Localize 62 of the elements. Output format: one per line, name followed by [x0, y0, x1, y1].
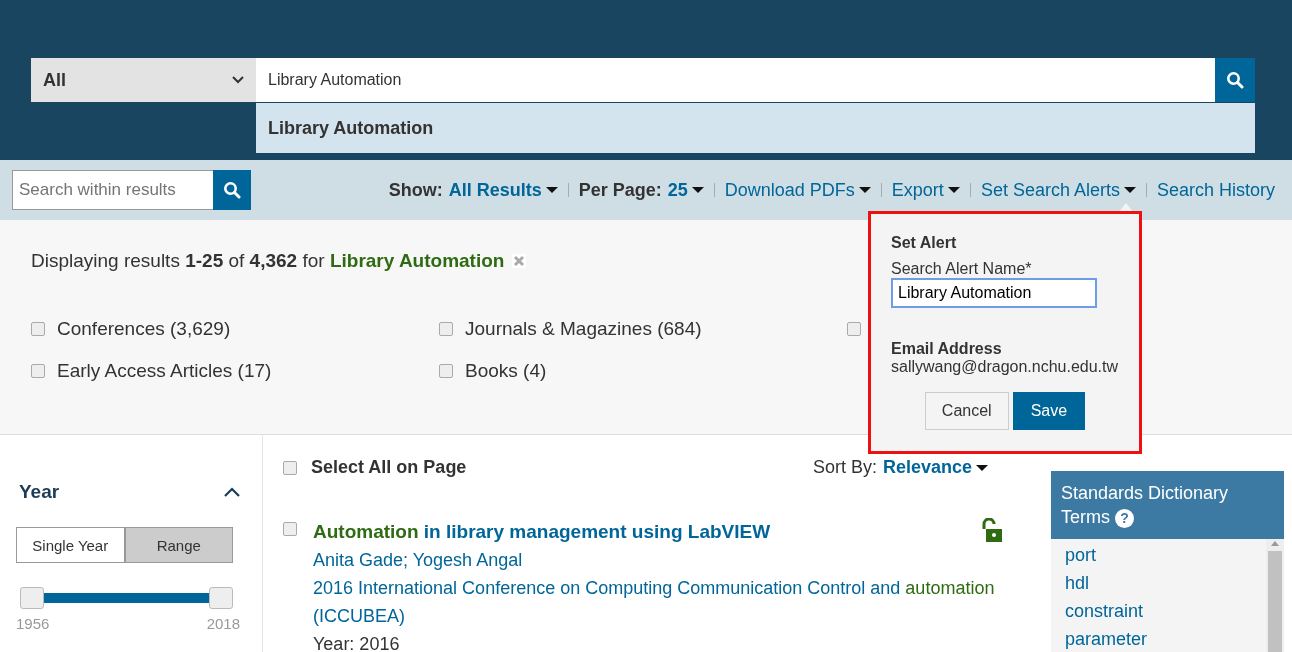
caret-icon	[976, 463, 988, 472]
slider-handle[interactable]	[20, 587, 44, 609]
checkbox[interactable]	[439, 322, 453, 336]
cancel-button[interactable]: Cancel	[924, 392, 1009, 430]
show-dropdown[interactable]: All Results	[448, 179, 558, 201]
select-all-label: Select All on Page	[311, 457, 467, 478]
chevron-icon	[232, 76, 244, 84]
show-label: Show:	[388, 179, 443, 201]
filter-label: Books (4)	[465, 360, 547, 382]
caret-icon	[545, 186, 558, 194]
dictionary-term[interactable]: hdl	[1065, 569, 1252, 597]
email-label: Email Address	[891, 340, 1003, 358]
email-address: sallywang@dragon.nchu.edu.tw	[891, 358, 1119, 376]
checkbox[interactable]	[283, 460, 297, 475]
sort-label: Sort By:	[812, 457, 877, 478]
year-heading: Year	[19, 481, 60, 503]
sort-dropdown[interactable]: Relevance	[882, 457, 988, 478]
checkbox[interactable]	[31, 322, 45, 336]
per-page-label: Per Page:	[578, 179, 662, 201]
search-field[interactable]: Library Automation	[256, 58, 1215, 102]
result-year: Year: 2016	[313, 633, 401, 652]
slider-handle[interactable]	[209, 587, 233, 609]
checkbox[interactable]	[847, 322, 861, 336]
result-authors[interactable]: Anita Gade; Yogesh Angal	[313, 546, 1002, 574]
mode-tab[interactable]: Single Year	[16, 527, 125, 563]
mode-tab[interactable]: Range	[124, 527, 233, 563]
filter-label: Early Access Articles (17)	[57, 360, 272, 382]
dictionary-term[interactable]: port	[1065, 541, 1252, 569]
search-icon	[223, 181, 241, 199]
toolbar-link[interactable]: Set Search Alerts	[980, 179, 1136, 201]
save-button[interactable]: Save	[1012, 392, 1086, 430]
toolbar-link[interactable]: Download PDFs	[724, 179, 871, 201]
checkbox[interactable]	[31, 364, 45, 378]
scope-dropdown[interactable]: All	[31, 58, 256, 102]
search-suggestion[interactable]: Library Automation	[256, 103, 1255, 153]
caret-icon	[691, 186, 704, 194]
result-title[interactable]: Automation in library management using LabVIEW	[313, 518, 771, 546]
dictionary-heading: Standards Dictionary Terms ?	[1051, 471, 1284, 539]
per-page-dropdown[interactable]: 25	[667, 179, 704, 201]
popup-title: Set Alert	[891, 234, 958, 252]
search-button[interactable]	[1215, 58, 1255, 102]
result-venue[interactable]: 2016 International Conference on Computing Communication Control and automation (ICCUBEA)	[313, 574, 1002, 630]
search-icon	[1226, 71, 1244, 89]
close-icon[interactable]	[512, 254, 527, 268]
field-label: Search Alert Name*	[891, 260, 1033, 278]
scrollbar-thumb[interactable]	[1268, 551, 1282, 652]
scrollbar[interactable]	[1266, 539, 1284, 652]
year-max: 2018	[206, 615, 240, 632]
results-summary: Displaying results 1-25 of 4,362 for Library Automation	[31, 250, 505, 272]
dictionary-term[interactable]: parameter	[1065, 625, 1252, 652]
alert-name-field[interactable]: Library Automation	[891, 278, 1097, 308]
chevron-icon[interactable]	[224, 487, 240, 497]
toolbar-link[interactable]: Export	[891, 179, 960, 201]
filter-label: Conferences (3,629)	[57, 318, 231, 340]
search-button[interactable]	[213, 170, 251, 210]
dictionary-term[interactable]: constraint	[1065, 597, 1252, 625]
checkbox[interactable]	[283, 522, 297, 536]
search-within-field[interactable]: Search within results	[12, 170, 213, 210]
toolbar-link[interactable]: Search History	[1156, 179, 1275, 201]
year-min: 1956	[16, 615, 50, 632]
checkbox[interactable]	[439, 364, 453, 378]
filter-label: Journals & Magazines (684)	[465, 318, 702, 340]
